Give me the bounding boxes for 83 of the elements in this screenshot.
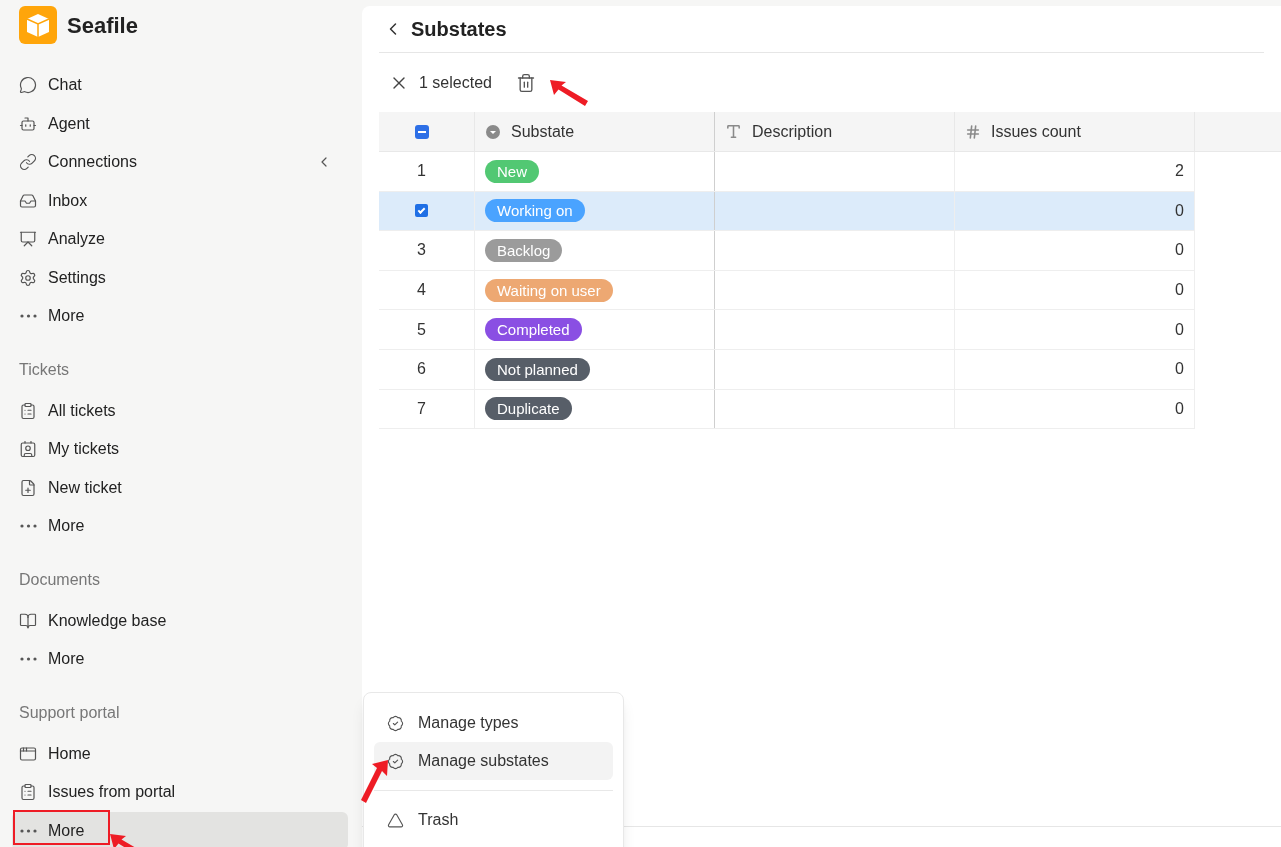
table-row[interactable]: 3 Backlog 0 xyxy=(379,231,1195,271)
sidebar-item[interactable]: Inbox xyxy=(12,181,348,220)
text-type-icon xyxy=(725,123,742,140)
badge-icon xyxy=(387,714,404,732)
section-heading: Documents xyxy=(19,569,100,590)
sidebar-item[interactable]: Analyze xyxy=(12,220,348,259)
contact-card-icon xyxy=(19,440,37,459)
more-icon xyxy=(19,314,37,319)
robot-icon xyxy=(19,114,37,133)
sidebar-item[interactable]: Settings xyxy=(12,258,348,297)
chart-icon xyxy=(19,230,37,249)
logo-icon xyxy=(19,6,57,44)
row-number: 3 xyxy=(417,240,426,261)
sidebar-item[interactable]: More xyxy=(12,297,348,336)
settings-icon xyxy=(19,268,37,287)
triangle-icon xyxy=(387,811,404,829)
table-cell-text: 0 xyxy=(1175,398,1184,419)
table-row[interactable]: 7 Duplicate 0 xyxy=(379,389,1195,430)
row-number: 4 xyxy=(417,280,426,301)
status-tag: Not planned xyxy=(485,357,590,381)
book-icon xyxy=(19,611,37,630)
sidebar-item[interactable]: My tickets xyxy=(12,430,348,469)
column-header[interactable]: Substate xyxy=(475,112,715,151)
sidebar-item[interactable]: More xyxy=(12,640,348,679)
status-tag: Duplicate xyxy=(485,397,572,421)
row-number: 1 xyxy=(417,161,426,182)
status-tag: Working on xyxy=(485,199,585,223)
table-cell-text: 0 xyxy=(1175,280,1184,301)
table-cell-text: 0 xyxy=(1175,200,1184,221)
dropdown-icon xyxy=(485,123,501,140)
table-cell-text: 2 xyxy=(1175,161,1184,182)
table-cell-text: 0 xyxy=(1175,240,1184,261)
more-icon xyxy=(19,828,37,833)
number-icon xyxy=(965,123,981,140)
table-cell-text: 0 xyxy=(1175,359,1184,380)
status-tag: Backlog xyxy=(485,239,563,262)
selection-count: 1 selected xyxy=(419,72,492,93)
table-row[interactable]: 1 New 2 xyxy=(379,152,1195,192)
table-row[interactable]: 5 Completed 0 xyxy=(379,310,1195,350)
menu-item[interactable]: Manage types xyxy=(374,704,613,742)
chat-bubble-icon xyxy=(19,76,37,95)
section-heading: Tickets xyxy=(19,359,70,380)
sidebar-item[interactable]: New ticket xyxy=(12,468,348,507)
arrow-annotation xyxy=(548,78,588,106)
status-tag: Completed xyxy=(485,318,582,342)
clipboard-icon xyxy=(19,401,37,420)
page-title: Substates xyxy=(411,17,507,42)
sidebar-item[interactable]: More xyxy=(12,507,348,546)
window-icon xyxy=(19,744,37,763)
sidebar-item[interactable]: Home xyxy=(12,734,348,773)
sidebar-item[interactable]: Issues from portal xyxy=(12,773,348,812)
menu-item[interactable]: Trash xyxy=(374,801,613,839)
status-tag: Waiting on user xyxy=(485,278,613,302)
menu-item[interactable]: Manage substates xyxy=(374,742,613,780)
column-header[interactable]: Issues count xyxy=(955,112,1195,151)
file-plus-icon xyxy=(19,478,37,497)
row-number: 5 xyxy=(417,319,426,340)
sidebar-item[interactable]: Knowledge base xyxy=(12,601,348,640)
status-tag: New xyxy=(485,159,539,183)
select-all-checkbox[interactable] xyxy=(414,124,429,139)
sidebar-item[interactable]: Agent xyxy=(12,104,348,143)
section-heading: Support portal xyxy=(19,702,120,723)
sidebar-item[interactable]: Chat xyxy=(12,66,348,105)
table-row[interactable]: 4 Waiting on user 0 xyxy=(379,270,1195,311)
sidebar-item[interactable]: All tickets xyxy=(12,391,348,430)
column-header[interactable]: Description xyxy=(715,112,955,151)
badge-icon xyxy=(387,752,404,770)
sidebar-item[interactable]: Connections xyxy=(12,143,348,182)
row-number: 6 xyxy=(417,359,426,380)
link-icon xyxy=(19,153,37,172)
row-number: 7 xyxy=(417,398,426,419)
row-checkbox[interactable] xyxy=(415,204,428,218)
arrow-annotation xyxy=(360,758,390,804)
more-icon xyxy=(19,524,37,529)
table-cell-text: 0 xyxy=(1175,319,1184,340)
more-icon xyxy=(19,657,37,662)
table-row[interactable]: Working on 0 xyxy=(379,191,1195,232)
app-name: Seafile xyxy=(67,11,138,40)
inbox-icon xyxy=(19,191,37,210)
table-row[interactable]: 6 Not planned 0 xyxy=(379,349,1195,390)
clipboard-icon xyxy=(19,783,37,802)
delete-icon[interactable] xyxy=(515,72,536,93)
sidebar-item[interactable]: More xyxy=(12,811,348,847)
